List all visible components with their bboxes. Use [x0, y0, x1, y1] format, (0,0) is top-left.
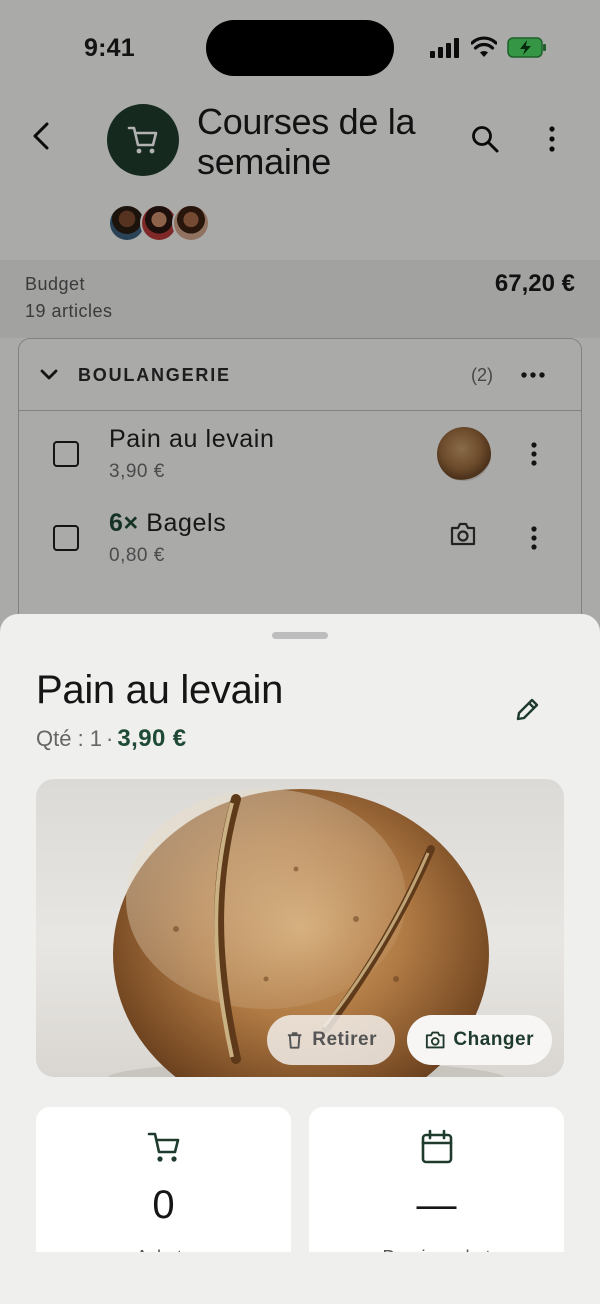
sheet-bottom-edge [0, 1252, 600, 1304]
item-photo[interactable]: Retirer Changer [36, 779, 564, 1077]
item-meta: Qté : 1 · 3,90 € [36, 725, 187, 753]
remove-photo-button[interactable]: Retirer [267, 1015, 395, 1065]
sheet-drag-handle[interactable] [272, 632, 328, 639]
change-photo-button[interactable]: Changer [407, 1015, 552, 1065]
item-detail-sheet: Pain au levain Qté : 1 · 3,90 € Retirer … [0, 614, 600, 1304]
calendar-icon [421, 1129, 453, 1164]
change-label: Changer [453, 1029, 534, 1050]
last-purchase-value: — [416, 1183, 457, 1227]
camera-icon [425, 1031, 445, 1049]
quantity-label: Qté : 1 [36, 726, 103, 751]
edit-pencil-icon[interactable] [513, 694, 543, 724]
purchase-count: 0 [152, 1183, 175, 1227]
sheet-title: Pain au levain [36, 668, 284, 712]
trash-icon [287, 1032, 302, 1049]
remove-label: Retirer [312, 1029, 377, 1050]
meta-separator: · [106, 726, 114, 751]
cart-icon [147, 1132, 180, 1162]
stat-card-purchases: 0 Achats [36, 1107, 291, 1267]
stat-card-last-purchase: — Dernier achat [309, 1107, 564, 1267]
item-price: 3,90 € [117, 725, 187, 752]
